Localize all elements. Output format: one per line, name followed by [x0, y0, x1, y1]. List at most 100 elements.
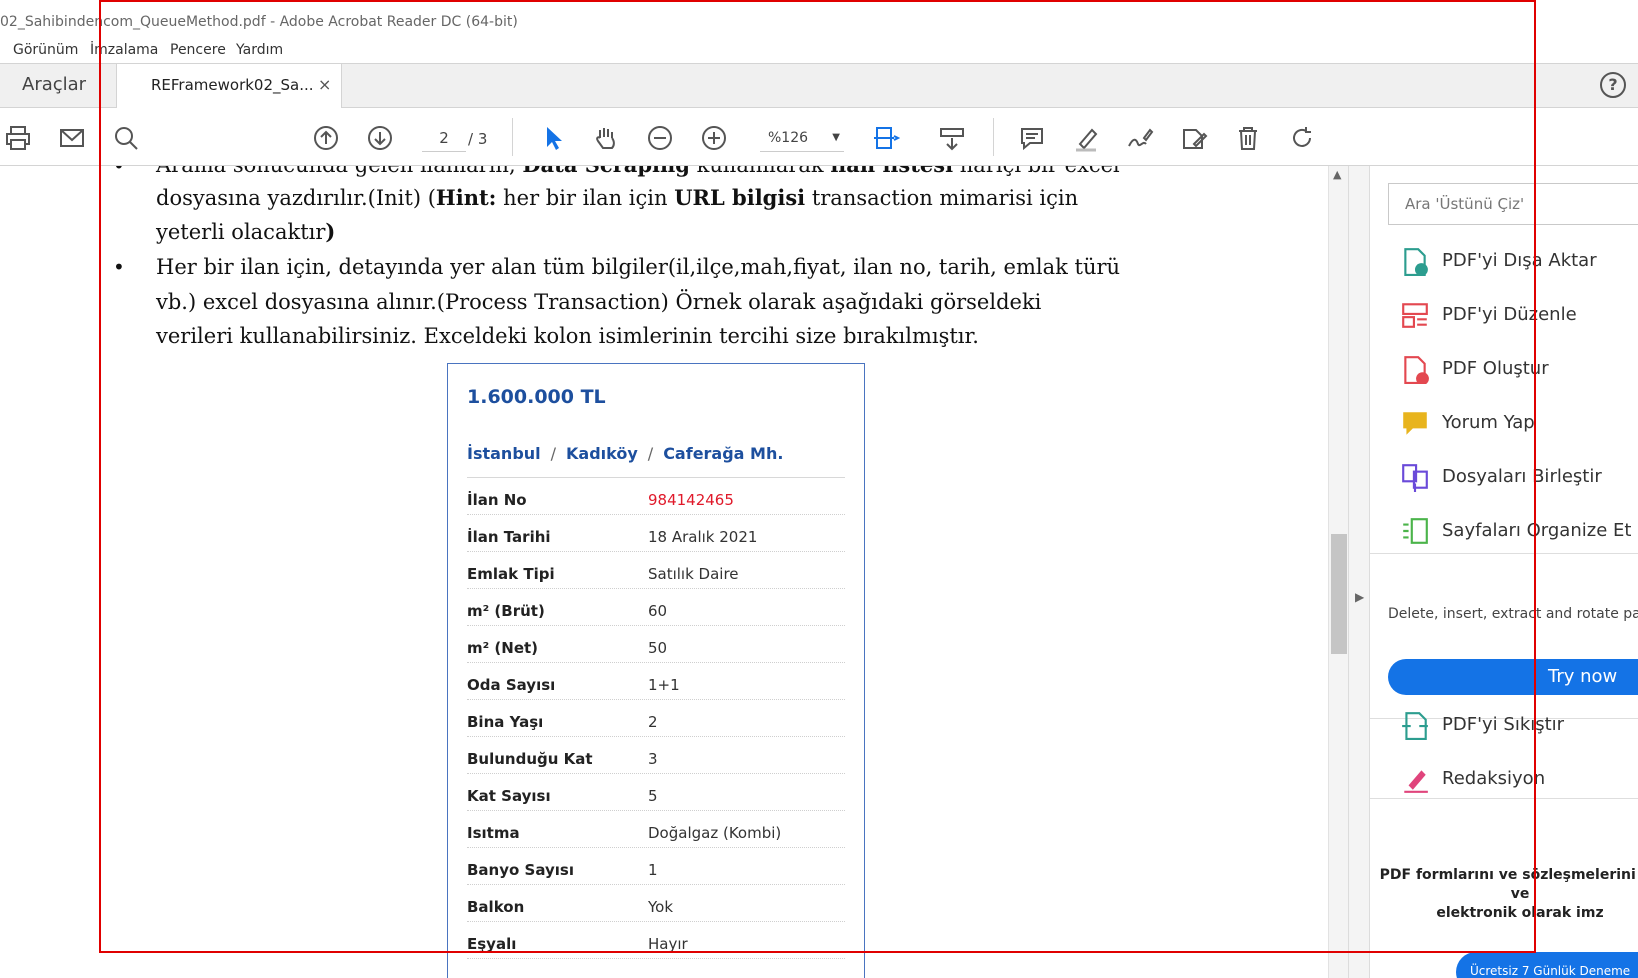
bullet-icon: • [113, 255, 125, 279]
sign-icon[interactable] [1124, 122, 1156, 154]
toolbar-divider [993, 118, 994, 156]
page-fit-icon[interactable] [870, 122, 902, 154]
row-value: 50 [648, 639, 668, 657]
table-row: Isıtma Doğalgaz (Kombi) [467, 811, 845, 848]
tool-item-combine-files[interactable]: Dosyaları Birleştir [1400, 460, 1638, 494]
previous-page-icon[interactable] [310, 122, 342, 154]
organize-pages-icon [1400, 516, 1430, 546]
table-row: Eşyalı Hayır [467, 922, 845, 959]
tool-item-edit-pdf[interactable]: PDF'yi Düzenle [1400, 298, 1638, 332]
tool-item-organize-pages[interactable]: Sayfaları Organize Et [1400, 514, 1638, 548]
listing-price: 1.600.000 TL [467, 386, 606, 408]
zoom-level-select[interactable]: %126 ▼ [760, 124, 844, 152]
email-icon[interactable] [56, 122, 88, 154]
pane-divider [1370, 798, 1638, 799]
table-row: İlan Tarihi 18 Aralık 2021 [467, 515, 845, 552]
row-value: Hayır [648, 935, 688, 953]
try-now-button[interactable]: Try now [1388, 659, 1638, 695]
document-line: yeterli olacaktır) [156, 219, 336, 244]
row-label: Isıtma [467, 824, 520, 842]
comment-icon [1400, 408, 1430, 438]
scrollbar-thumb[interactable] [1331, 534, 1347, 654]
toolbar: 2 / 3 %126 ▼ [0, 108, 1638, 166]
tab-tools[interactable]: Araçlar [0, 64, 117, 108]
tool-search-input[interactable]: Ara 'Üstünü Çiz' [1388, 183, 1638, 225]
tool-item-label: PDF'yi Sıkıştır [1442, 714, 1565, 735]
menu-imzalama[interactable]: İmzalama [90, 42, 158, 58]
comment-icon[interactable] [1016, 122, 1048, 154]
menu-yardim[interactable]: Yardım [236, 42, 283, 58]
row-value: 3 [648, 750, 658, 768]
redact-icon [1400, 764, 1430, 794]
free-trial-button[interactable]: Ücretsiz 7 Günlük Deneme [1456, 952, 1638, 978]
row-label: Bina Yaşı [467, 713, 544, 731]
row-label: Eşyalı [467, 935, 517, 953]
print-icon[interactable] [2, 122, 34, 154]
row-value: 2 [648, 713, 658, 731]
pane-divider [1370, 553, 1638, 554]
pane-splitter[interactable]: ▶ [1348, 166, 1370, 978]
bullet-icon: • [113, 166, 125, 178]
tool-item-label: PDF'yi Düzenle [1442, 304, 1577, 325]
row-value: 984142465 [648, 491, 734, 509]
scrolling-mode-icon[interactable] [936, 122, 968, 154]
row-value: Doğalgaz (Kombi) [648, 824, 782, 842]
menu-pencere[interactable]: Pencere [170, 42, 226, 58]
window-title: 02_Sahibindencom_QueueMethod.pdf - Adobe… [0, 14, 518, 30]
tool-item-redact[interactable]: Redaksiyon [1400, 762, 1638, 796]
table-row: m² (Brüt) 60 [467, 589, 845, 626]
tool-item-label: Redaksiyon [1442, 768, 1546, 789]
collapse-pane-icon[interactable]: ▶ [1355, 590, 1364, 604]
row-label: İlan Tarihi [467, 528, 551, 546]
location-city: İstanbul [467, 444, 541, 463]
row-value: 60 [648, 602, 668, 620]
chevron-down-icon: ▼ [832, 132, 840, 143]
row-label: Banyo Sayısı [467, 861, 574, 879]
tools-pane: Ara 'Üstünü Çiz' PDF'yi Dışa Aktar PDF'yi… [1370, 166, 1638, 978]
table-row: Banyo Sayısı 1 [467, 848, 845, 885]
document-line: dosyasına yazdırılır.(Init) (Hint: her b… [156, 185, 1079, 210]
tool-item-comment[interactable]: Yorum Yap [1400, 406, 1638, 440]
table-row: Balkon Yok [467, 885, 845, 922]
document-view[interactable]: • Arama sonucunda gelen ilanların, Data … [0, 166, 1328, 978]
highlight-icon[interactable] [1070, 122, 1102, 154]
close-tab-icon[interactable]: × [318, 75, 331, 94]
row-label: m² (Net) [467, 639, 539, 657]
edit-pdf-icon [1400, 300, 1430, 330]
document-line: verileri kullanabilirsiniz. Exceldeki ko… [156, 324, 979, 348]
find-icon[interactable] [110, 122, 142, 154]
zoom-in-icon[interactable] [698, 122, 730, 154]
row-value: 18 Aralık 2021 [648, 528, 758, 546]
select-cursor-icon[interactable] [537, 122, 569, 154]
tab-document-label: REFramework02_Sa... [151, 76, 314, 94]
tab-document[interactable]: REFramework02_Sa... × [117, 64, 342, 109]
scroll-up-icon[interactable]: ▲ [1333, 168, 1341, 181]
delete-icon[interactable] [1232, 122, 1264, 154]
menu-bar: Görünüm İmzalama Pencere Yardım [0, 38, 1638, 64]
row-value: 1 [648, 861, 658, 879]
vertical-scrollbar[interactable]: ▲ [1328, 166, 1348, 978]
table-row: Bina Yaşı 2 [467, 700, 845, 737]
help-icon[interactable]: ? [1600, 72, 1626, 98]
row-value: 1+1 [648, 676, 680, 694]
table-row: Kat Sayısı 5 [467, 774, 845, 811]
tool-description: Delete, insert, extract and rotate pa [1388, 606, 1638, 622]
title-bar: 02_Sahibindencom_QueueMethod.pdf - Adobe… [0, 0, 1638, 38]
tool-item-create-pdf[interactable]: PDF Oluştur [1400, 352, 1638, 386]
location-district: Kadıköy [566, 444, 638, 463]
table-row: Oda Sayısı 1+1 [467, 663, 845, 700]
zoom-out-icon[interactable] [644, 122, 676, 154]
tool-item-compress-pdf[interactable]: PDF'yi Sıkıştır [1400, 708, 1638, 742]
menu-gorunum[interactable]: Görünüm [13, 42, 78, 58]
row-label: Balkon [467, 898, 525, 916]
row-label: Bulunduğu Kat [467, 750, 593, 768]
page-total: / 3 [468, 130, 488, 148]
fill-and-sign-icon[interactable] [1178, 122, 1210, 154]
hand-tool-icon[interactable] [590, 122, 622, 154]
page-number-input[interactable]: 2 [422, 124, 466, 152]
tool-item-label: Sayfaları Organize Et [1442, 520, 1632, 541]
next-page-icon[interactable] [364, 122, 396, 154]
tool-item-export-pdf[interactable]: PDF'yi Dışa Aktar [1400, 244, 1638, 278]
listing-location: İstanbul / Kadıköy / Caferağa Mh. [467, 444, 784, 463]
rotate-icon[interactable] [1286, 122, 1318, 154]
